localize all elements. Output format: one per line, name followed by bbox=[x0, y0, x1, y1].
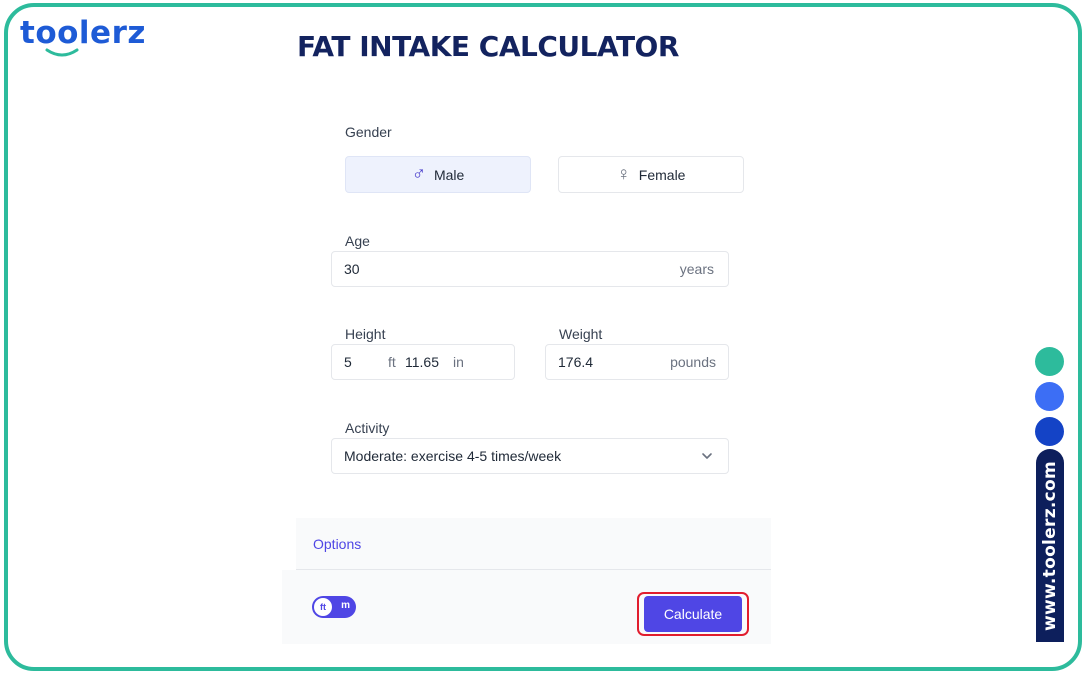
activity-select[interactable]: Moderate: exercise 4-5 times/week bbox=[331, 438, 729, 474]
toolerz-logo[interactable]: toolerz bbox=[20, 18, 170, 68]
unit-toggle[interactable]: ft m bbox=[312, 596, 356, 618]
weight-value: 176.4 bbox=[558, 354, 594, 370]
activity-selected-value: Moderate: exercise 4-5 times/week bbox=[344, 448, 562, 464]
page-title: FAT INTAKE CALCULATOR bbox=[297, 30, 679, 63]
gender-female-label: Female bbox=[638, 166, 686, 183]
gender-female-button[interactable]: ♀ Female bbox=[558, 156, 744, 193]
watermark-text: www.toolerz.com bbox=[1040, 460, 1060, 631]
unit-toggle-m: m bbox=[341, 600, 350, 611]
chevron-down-icon bbox=[702, 453, 712, 459]
logo-text: toolerz bbox=[20, 15, 146, 51]
weight-input[interactable]: 176.4 pounds bbox=[545, 344, 729, 380]
weight-unit: pounds bbox=[670, 354, 716, 370]
decor-dot-teal bbox=[1035, 347, 1064, 376]
activity-label: Activity bbox=[345, 420, 390, 436]
calculate-button[interactable]: Calculate bbox=[644, 596, 742, 632]
male-symbol-icon: ♂ bbox=[411, 164, 426, 185]
decor-dot-navy bbox=[1035, 417, 1064, 446]
height-inches-unit: in bbox=[453, 354, 464, 370]
gender-male-button[interactable]: ♂ Male bbox=[345, 156, 531, 193]
age-input[interactable]: 30 years bbox=[331, 251, 729, 287]
unit-toggle-ft: ft bbox=[314, 598, 332, 616]
options-section[interactable]: Options bbox=[296, 518, 771, 570]
watermark-banner: www.toolerz.com bbox=[1036, 449, 1064, 642]
options-toggle[interactable]: Options bbox=[313, 536, 361, 552]
age-value: 30 bbox=[344, 261, 360, 277]
female-symbol-icon: ♀ bbox=[616, 164, 631, 185]
gender-male-label: Male bbox=[433, 166, 465, 183]
height-feet-value[interactable]: 5 bbox=[332, 354, 388, 370]
height-label: Height bbox=[345, 326, 386, 342]
age-label: Age bbox=[345, 233, 370, 249]
gender-label: Gender bbox=[345, 124, 392, 140]
logo-smile-icon bbox=[45, 48, 79, 57]
height-inches-value[interactable]: 11.65 bbox=[405, 354, 453, 370]
decor-dot-blue bbox=[1035, 382, 1064, 411]
height-input[interactable]: 5 ft 11.65 in bbox=[331, 344, 515, 380]
weight-label: Weight bbox=[559, 326, 603, 342]
height-feet-unit: ft bbox=[388, 354, 396, 370]
age-unit: years bbox=[679, 261, 714, 277]
